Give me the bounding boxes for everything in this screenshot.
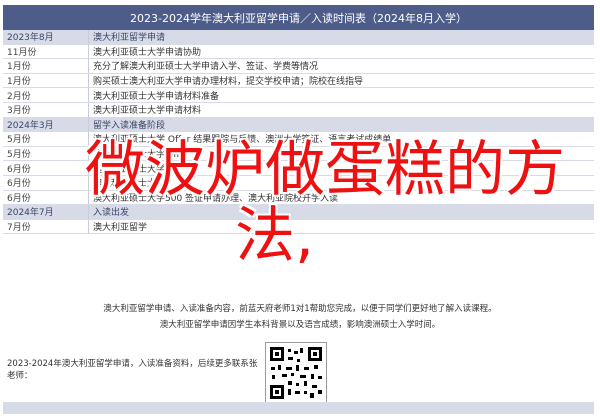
row-date: 11月份: [3, 44, 89, 59]
page-title: 2023-2024学年澳大利亚留学申请／入读时间表（2024年8月入学）: [130, 11, 467, 25]
table-section-row: 2023年8月 澳大利亚留学申请: [3, 30, 594, 45]
table-row: 6月份 澳大利亚硕士大学: [3, 175, 594, 191]
row-date: 2月份: [3, 88, 89, 102]
row-text: 澳大利亚硕士大学 Offer 结果跟踪与反馈、澳洲大学签证、语言考试成绩单: [93, 135, 392, 146]
row-date: 2023年8月: [3, 30, 89, 44]
qr-code-image: [265, 342, 327, 404]
row-text: 澳大利亚硕士大学申请材料: [93, 106, 202, 117]
footer-line-1: 澳大利亚留学申请、入读准备内容，前蓝天府老师1对1帮助您完成，以便于同学们更好地…: [103, 304, 497, 314]
table-row: 2月份 澳大利亚硕士大学申请材料准备: [3, 88, 594, 103]
table-row: 3月份 澳大利亚硕士大学申请材料: [3, 102, 594, 118]
row-text: 入读出发: [93, 208, 130, 219]
bottom-note: 2023-2024年澳大利亚留学申请，入读准备资料，后续更多联系张老师：: [7, 359, 258, 381]
table-section-row: 2024年3月 留学入读准备阶段: [3, 117, 594, 133]
footer-bar: [3, 402, 594, 414]
row-text: 澳大利亚硕士大学: [93, 164, 166, 175]
row-date: 2024年3月: [3, 117, 89, 132]
row-date: 1月份: [3, 73, 89, 88]
row-date: 5月份: [3, 132, 89, 146]
row-date: 6月份: [3, 175, 89, 190]
row-text: 澳大利亚硕士大学: [93, 179, 166, 190]
table-row: 1月份 购买硕士澳大利亚大学申请办理材料，提交学校申请；院校在线指导: [3, 73, 594, 89]
table-row: 11月份 澳大利亚硕士大学申请协助: [3, 44, 594, 60]
table-row: 7月份 澳大利亚留学: [3, 219, 594, 235]
row-text: 澳大利亚硕士大学500 签证申请办理、澳大利亚院校开学入读: [93, 193, 339, 204]
row-text: 澳大利亚硕士大学申请协助: [93, 47, 202, 58]
table-row: 6月份 澳大利亚硕士大学: [3, 161, 594, 176]
footer-line-2: 澳大利亚留学申请因学生本科背景以及语言成绩，影响澳洲硕士入学时间。: [159, 320, 441, 330]
table-row: 5月份 澳大利亚硕士大学 offer: [3, 146, 594, 162]
row-date: 3月份: [3, 102, 89, 117]
row-date: 1月份: [3, 59, 89, 73]
row-text: 澳大利亚硕士大学 offer: [93, 150, 189, 161]
qr-code-icon: [266, 343, 326, 403]
schedule-table: 2023年8月 澳大利亚留学申请 11月份 澳大利亚硕士大学申请协助 1月份 充分了解澳大…: [3, 30, 594, 235]
table-row: 5月份 澳大利亚硕士大学 Offer 结果跟踪与反馈、澳洲大学签证、语言考试成绩单: [3, 132, 594, 147]
row-text: 澳大利亚留学: [93, 223, 148, 234]
row-date: 6月份: [3, 190, 89, 205]
page-header: 2023-2024学年澳大利亚留学申请／入读时间表（2024年8月入学）: [3, 5, 594, 30]
row-date: 5月份: [3, 146, 89, 161]
page: 2023-2024学年澳大利亚留学申请／入读时间表（2024年8月入学） 202…: [0, 0, 600, 417]
row-date: 2024年7月: [3, 205, 89, 219]
table-section-row: 2024年7月 入读出发: [3, 205, 594, 220]
row-date: 6月份: [3, 161, 89, 175]
row-text: 留学入读准备阶段: [93, 120, 166, 131]
row-text: 澳大利亚留学申请: [93, 33, 166, 44]
row-text: 充分了解澳大利亚硕士大学申请入学、签证、学费等情况: [93, 62, 319, 73]
table-row: 1月份 充分了解澳大利亚硕士大学申请入学、签证、学费等情况: [3, 59, 594, 74]
row-text: 购买硕士澳大利亚大学申请办理材料，提交学校申请；院校在线指导: [93, 77, 364, 88]
table-row: 6月份 澳大利亚硕士大学500 签证申请办理、澳大利亚院校开学入读: [3, 190, 594, 206]
row-text: 澳大利亚硕士大学申请材料准备: [93, 91, 220, 102]
row-date: 7月份: [3, 219, 89, 234]
